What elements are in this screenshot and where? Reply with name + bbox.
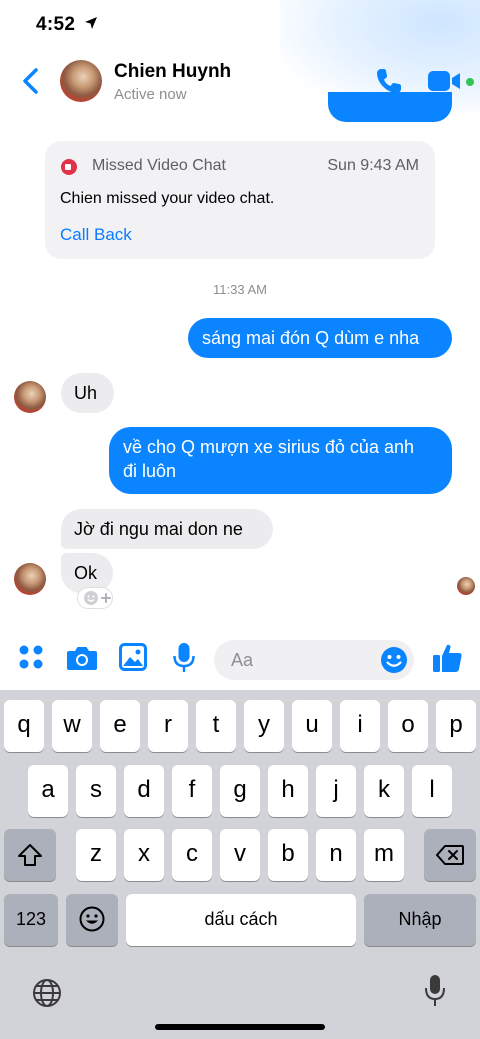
message-composer: Aa xyxy=(0,630,480,690)
key-x[interactable]: x xyxy=(124,829,164,881)
outgoing-message[interactable]: sáng mai đón Q dùm e nha xyxy=(188,318,452,358)
previous-message-bubble[interactable] xyxy=(328,92,452,122)
shift-icon xyxy=(18,844,42,866)
key-h[interactable]: h xyxy=(268,765,308,817)
avatar[interactable] xyxy=(14,381,46,413)
add-reaction-button[interactable] xyxy=(77,587,113,609)
missed-call-body: Chien missed your video chat. xyxy=(60,190,275,207)
numbers-key[interactable]: 123 xyxy=(4,894,58,946)
key-y[interactable]: y xyxy=(244,700,284,752)
seen-indicator-avatar xyxy=(457,577,475,595)
message-input[interactable]: Aa xyxy=(214,640,414,680)
backspace-icon xyxy=(436,845,464,865)
key-k[interactable]: k xyxy=(364,765,404,817)
outgoing-message[interactable]: về cho Q mượn xe sirius đỏ của anh đi lu… xyxy=(109,427,452,494)
photo-gallery-icon[interactable] xyxy=(119,643,147,671)
missed-call-time: Sun 9:43 AM xyxy=(327,157,419,174)
call-back-link[interactable]: Call Back xyxy=(60,225,132,245)
message-line: về cho Q mượn xe sirius đỏ của anh xyxy=(123,437,414,457)
space-key[interactable]: dấu cách xyxy=(126,894,356,946)
key-t[interactable]: t xyxy=(196,700,236,752)
missed-call-title: Missed Video Chat xyxy=(92,157,226,174)
globe-icon[interactable] xyxy=(32,978,62,1008)
return-key[interactable]: Nhập xyxy=(364,894,476,946)
message-timestamp: 11:33 AM xyxy=(213,282,267,297)
key-s[interactable]: s xyxy=(76,765,116,817)
key-w[interactable]: w xyxy=(52,700,92,752)
key-g[interactable]: g xyxy=(220,765,260,817)
key-m[interactable]: m xyxy=(364,829,404,881)
key-f[interactable]: f xyxy=(172,765,212,817)
online-status-dot xyxy=(466,78,474,86)
missed-video-chat-card: Missed Video Chat Sun 9:43 AM Chien miss… xyxy=(45,141,435,259)
key-u[interactable]: u xyxy=(292,700,332,752)
key-q[interactable]: q xyxy=(4,700,44,752)
key-e[interactable]: e xyxy=(100,700,140,752)
message-line: đi luôn xyxy=(123,461,177,481)
shift-key[interactable] xyxy=(4,829,56,881)
emoji-keyboard-key[interactable] xyxy=(66,894,118,946)
dictation-microphone-icon[interactable] xyxy=(424,974,446,1008)
emoji-plus-icon xyxy=(84,591,111,605)
microphone-icon[interactable] xyxy=(172,642,196,674)
location-arrow-icon xyxy=(85,17,97,29)
emoji-icon[interactable] xyxy=(380,646,408,674)
key-l[interactable]: l xyxy=(412,765,452,817)
key-p[interactable]: p xyxy=(436,700,476,752)
message-placeholder: Aa xyxy=(231,650,254,670)
key-r[interactable]: r xyxy=(148,700,188,752)
key-v[interactable]: v xyxy=(220,829,260,881)
keyboard: q w e r t y u i o p a s d f g h j k l z … xyxy=(0,690,480,1039)
video-camera-icon[interactable] xyxy=(428,70,462,92)
thumbs-up-icon[interactable] xyxy=(432,642,464,674)
apps-grid-icon[interactable] xyxy=(17,643,45,671)
incoming-message[interactable]: Uh xyxy=(61,373,114,413)
avatar[interactable] xyxy=(60,60,102,102)
backspace-key[interactable] xyxy=(424,829,476,881)
camera-icon[interactable] xyxy=(66,644,98,672)
key-o[interactable]: o xyxy=(388,700,428,752)
key-c[interactable]: c xyxy=(172,829,212,881)
emoji-icon xyxy=(79,906,105,932)
key-a[interactable]: a xyxy=(28,765,68,817)
key-n[interactable]: n xyxy=(316,829,356,881)
avatar[interactable] xyxy=(14,563,46,595)
key-d[interactable]: d xyxy=(124,765,164,817)
contact-name[interactable]: Chien Huynh xyxy=(114,61,231,83)
incoming-message[interactable]: Jờ đi ngu mai don ne xyxy=(61,509,273,549)
status-time: 4:52 xyxy=(36,14,76,35)
home-indicator[interactable] xyxy=(155,1024,325,1030)
contact-status: Active now xyxy=(114,86,187,103)
key-i[interactable]: i xyxy=(340,700,380,752)
missed-video-icon xyxy=(61,159,77,175)
chevron-left-icon[interactable] xyxy=(18,66,46,96)
key-b[interactable]: b xyxy=(268,829,308,881)
key-j[interactable]: j xyxy=(316,765,356,817)
key-z[interactable]: z xyxy=(76,829,116,881)
